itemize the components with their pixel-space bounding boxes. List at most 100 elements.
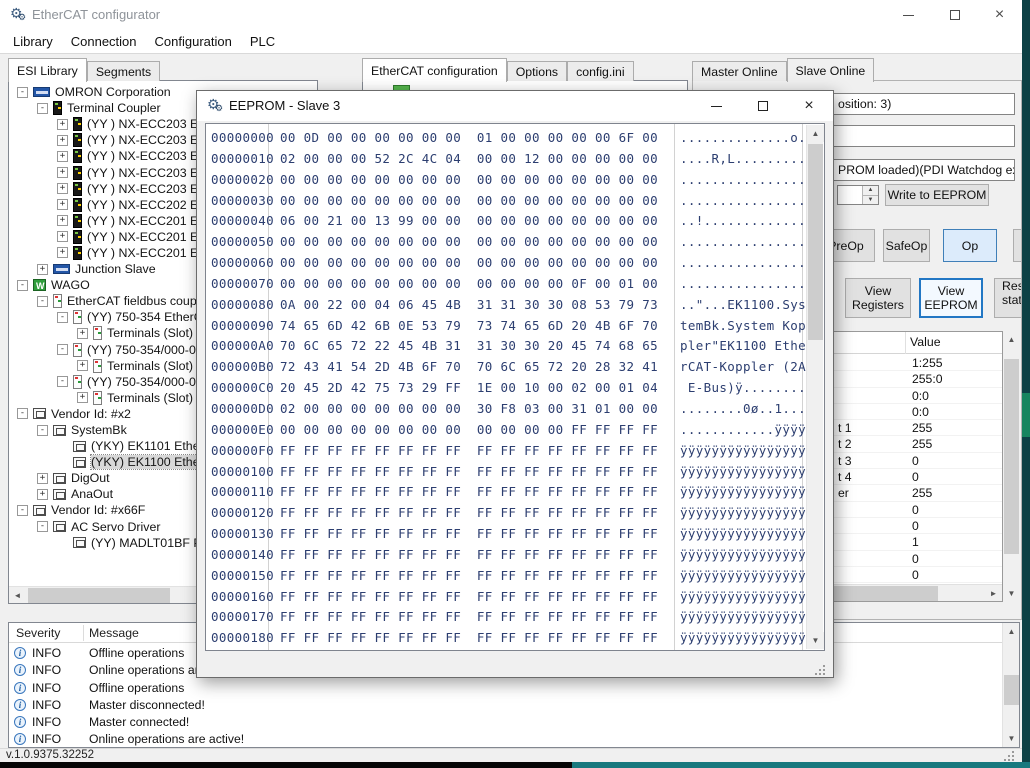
tree-expander-icon[interactable]: - [17, 280, 28, 291]
hex-row[interactable]: 00000180FF FF FF FF FF FF FF FF FF FF FF… [206, 628, 824, 649]
scroll-down-arrow-icon[interactable]: ▼ [807, 632, 824, 649]
tree-expander-icon[interactable]: - [17, 505, 28, 516]
hex-row[interactable]: 00000170FF FF FF FF FF FF FF FF FF FF FF… [206, 607, 824, 628]
hex-row[interactable]: 00000150FF FF FF FF FF FF FF FF FF FF FF… [206, 566, 824, 587]
table-vscrollbar[interactable]: ▲ ▼ [1003, 331, 1020, 602]
safeop-button[interactable]: SafeOp [883, 229, 930, 262]
tree-expander-icon[interactable]: + [77, 328, 88, 339]
scroll-down-arrow-icon[interactable]: ▼ [1003, 585, 1020, 602]
hex-row[interactable]: 0000009074 65 6D 42 6B 0E 53 79 73 74 65… [206, 316, 824, 337]
log-row[interactable]: iINFOOffline operations [9, 680, 1019, 697]
scroll-down-arrow-icon[interactable]: ▼ [1003, 730, 1020, 747]
log-row[interactable]: iINFOMaster connected! [9, 714, 1019, 731]
resize-grip[interactable] [1012, 751, 1014, 753]
severity-column-header[interactable]: Severity [16, 626, 60, 640]
hex-row[interactable]: 00000160FF FF FF FF FF FF FF FF FF FF FF… [206, 587, 824, 608]
hex-row[interactable]: 00000120FF FF FF FF FF FF FF FF FF FF FF… [206, 503, 824, 524]
tree-expander-icon[interactable]: - [57, 376, 68, 387]
hex-row[interactable]: 0000005000 00 00 00 00 00 00 00 00 00 00… [206, 232, 824, 253]
hex-row[interactable]: 0000000000 0D 00 00 00 00 00 00 01 00 00… [206, 128, 824, 149]
tree-expander-icon[interactable]: + [57, 231, 68, 242]
hex-row[interactable]: 00000100FF FF FF FF FF FF FF FF FF FF FF… [206, 462, 824, 483]
tree-expander-icon[interactable]: + [57, 183, 68, 194]
table-hscroll-thumb[interactable] [828, 586, 938, 601]
tree-expander-icon[interactable]: - [57, 312, 68, 323]
tab-config-ini[interactable]: config.ini [567, 61, 634, 81]
tree-expander-icon[interactable]: - [57, 344, 68, 355]
close-button[interactable]: × [977, 0, 1022, 30]
tree-expander-icon[interactable]: - [37, 521, 48, 532]
dialog-close-button[interactable]: × [791, 91, 827, 121]
tree-expander-icon[interactable]: + [57, 119, 68, 130]
stepper-down-icon[interactable]: ▼ [863, 195, 878, 204]
menu-item-configuration[interactable]: Configuration [146, 31, 241, 52]
tree-hscroll-thumb[interactable] [28, 588, 170, 603]
tree-expander-icon[interactable]: + [37, 489, 48, 500]
tree-expander-icon[interactable]: + [57, 215, 68, 226]
menu-item-library[interactable]: Library [4, 31, 62, 52]
tree-expander-icon[interactable]: + [57, 167, 68, 178]
tree-expander-icon[interactable]: + [57, 135, 68, 146]
tree-expander-icon[interactable]: - [37, 425, 48, 436]
hex-row[interactable]: 0000006000 00 00 00 00 00 00 00 00 00 00… [206, 253, 824, 274]
scroll-left-arrow-icon[interactable]: ◄ [9, 587, 26, 604]
hex-row[interactable]: 00000140FF FF FF FF FF FF FF FF FF FF FF… [206, 545, 824, 566]
hex-row[interactable]: 000000C020 45 2D 42 75 73 29 FF 1E 00 10… [206, 378, 824, 399]
tab-esi-library[interactable]: ESI Library [8, 58, 87, 82]
tree-expander-icon[interactable]: - [17, 87, 28, 98]
tree-expander-icon[interactable]: + [37, 264, 48, 275]
dialog-minimize-button[interactable] [698, 91, 734, 121]
menu-item-connection[interactable]: Connection [62, 31, 146, 52]
tree-expander-icon[interactable]: + [57, 199, 68, 210]
log-vscrollbar[interactable]: ▲ ▼ [1002, 623, 1019, 747]
view-registers-button[interactable]: ViewRegisters [845, 278, 911, 318]
table-vscroll-thumb[interactable] [1004, 359, 1019, 554]
hex-row[interactable]: 000000E000 00 00 00 00 00 00 00 00 00 00… [206, 420, 824, 441]
tab-ethercat-configuration[interactable]: EtherCAT configuration [362, 58, 507, 82]
hex-row[interactable]: 0000007000 00 00 00 00 00 00 00 00 00 00… [206, 274, 824, 295]
hex-row[interactable]: 0000001002 00 00 00 52 2C 4C 04 00 00 12… [206, 149, 824, 170]
minimize-button[interactable] [886, 0, 931, 30]
view-eeprom-button[interactable]: ViewEEPROM [919, 278, 983, 318]
tab-options[interactable]: Options [507, 61, 567, 81]
dialog-resize-grip[interactable] [823, 665, 825, 667]
scroll-up-arrow-icon[interactable]: ▲ [807, 125, 824, 142]
tree-expander-icon[interactable]: - [17, 408, 28, 419]
op-button[interactable]: Op [943, 229, 997, 262]
tree-expander-icon[interactable]: + [57, 247, 68, 258]
log-vscroll-thumb[interactable] [1004, 675, 1019, 705]
dialog-maximize-button[interactable] [745, 91, 781, 121]
tree-expander-icon[interactable]: + [37, 473, 48, 484]
hex-vscroll-thumb[interactable] [808, 144, 823, 340]
tab-slave-online[interactable]: Slave Online [787, 58, 875, 82]
hex-row[interactable]: 0000003000 00 00 00 00 00 00 00 00 00 00… [206, 191, 824, 212]
eeprom-address-stepper[interactable]: ▲▼ [837, 185, 879, 205]
tree-expander-icon[interactable]: - [37, 296, 48, 307]
tree-expander-icon[interactable]: - [37, 103, 48, 114]
hex-editor[interactable]: 0000000000 0D 00 00 00 00 00 00 01 00 00… [205, 123, 825, 651]
hex-row[interactable]: 000000D002 00 00 00 00 00 00 00 30 F8 03… [206, 399, 824, 420]
log-row[interactable]: iINFOOnline operations are active! [9, 731, 1019, 748]
maximize-button[interactable] [932, 0, 977, 30]
hex-row[interactable]: 00000110FF FF FF FF FF FF FF FF FF FF FF… [206, 482, 824, 503]
tree-expander-icon[interactable]: + [77, 392, 88, 403]
hex-row[interactable]: 000000B072 43 41 54 2D 4B 6F 70 70 6C 65… [206, 357, 824, 378]
reset-statistics-button[interactable]: Resstatis [994, 278, 1022, 318]
tab-master-online[interactable]: Master Online [692, 61, 787, 81]
clipped-state-button[interactable] [1013, 229, 1022, 262]
hex-row[interactable]: 0000004006 00 21 00 13 99 00 00 00 00 00… [206, 211, 824, 232]
hex-row[interactable]: 00000130FF FF FF FF FF FF FF FF FF FF FF… [206, 524, 824, 545]
hex-row[interactable]: 000000800A 00 22 00 04 06 45 4B 31 31 30… [206, 295, 824, 316]
hex-row[interactable]: 0000002000 00 00 00 00 00 00 00 00 00 00… [206, 170, 824, 191]
dialog-titlebar[interactable]: ⚙⚙ EEPROM - Slave 3 × [197, 91, 833, 121]
stepper-up-icon[interactable]: ▲ [863, 186, 878, 195]
tree-expander-icon[interactable]: + [57, 151, 68, 162]
tree-expander-icon[interactable]: + [77, 360, 88, 371]
hex-vscrollbar[interactable]: ▲ ▼ [806, 125, 823, 649]
scroll-up-arrow-icon[interactable]: ▲ [1003, 623, 1020, 640]
tab-segments[interactable]: Segments [87, 61, 160, 81]
hex-row[interactable]: 000000A070 6C 65 72 22 45 4B 31 31 30 30… [206, 336, 824, 357]
menu-item-plc[interactable]: PLC [241, 31, 284, 52]
scroll-right-arrow-icon[interactable]: ► [985, 585, 1002, 602]
message-column-header[interactable]: Message [89, 626, 139, 640]
